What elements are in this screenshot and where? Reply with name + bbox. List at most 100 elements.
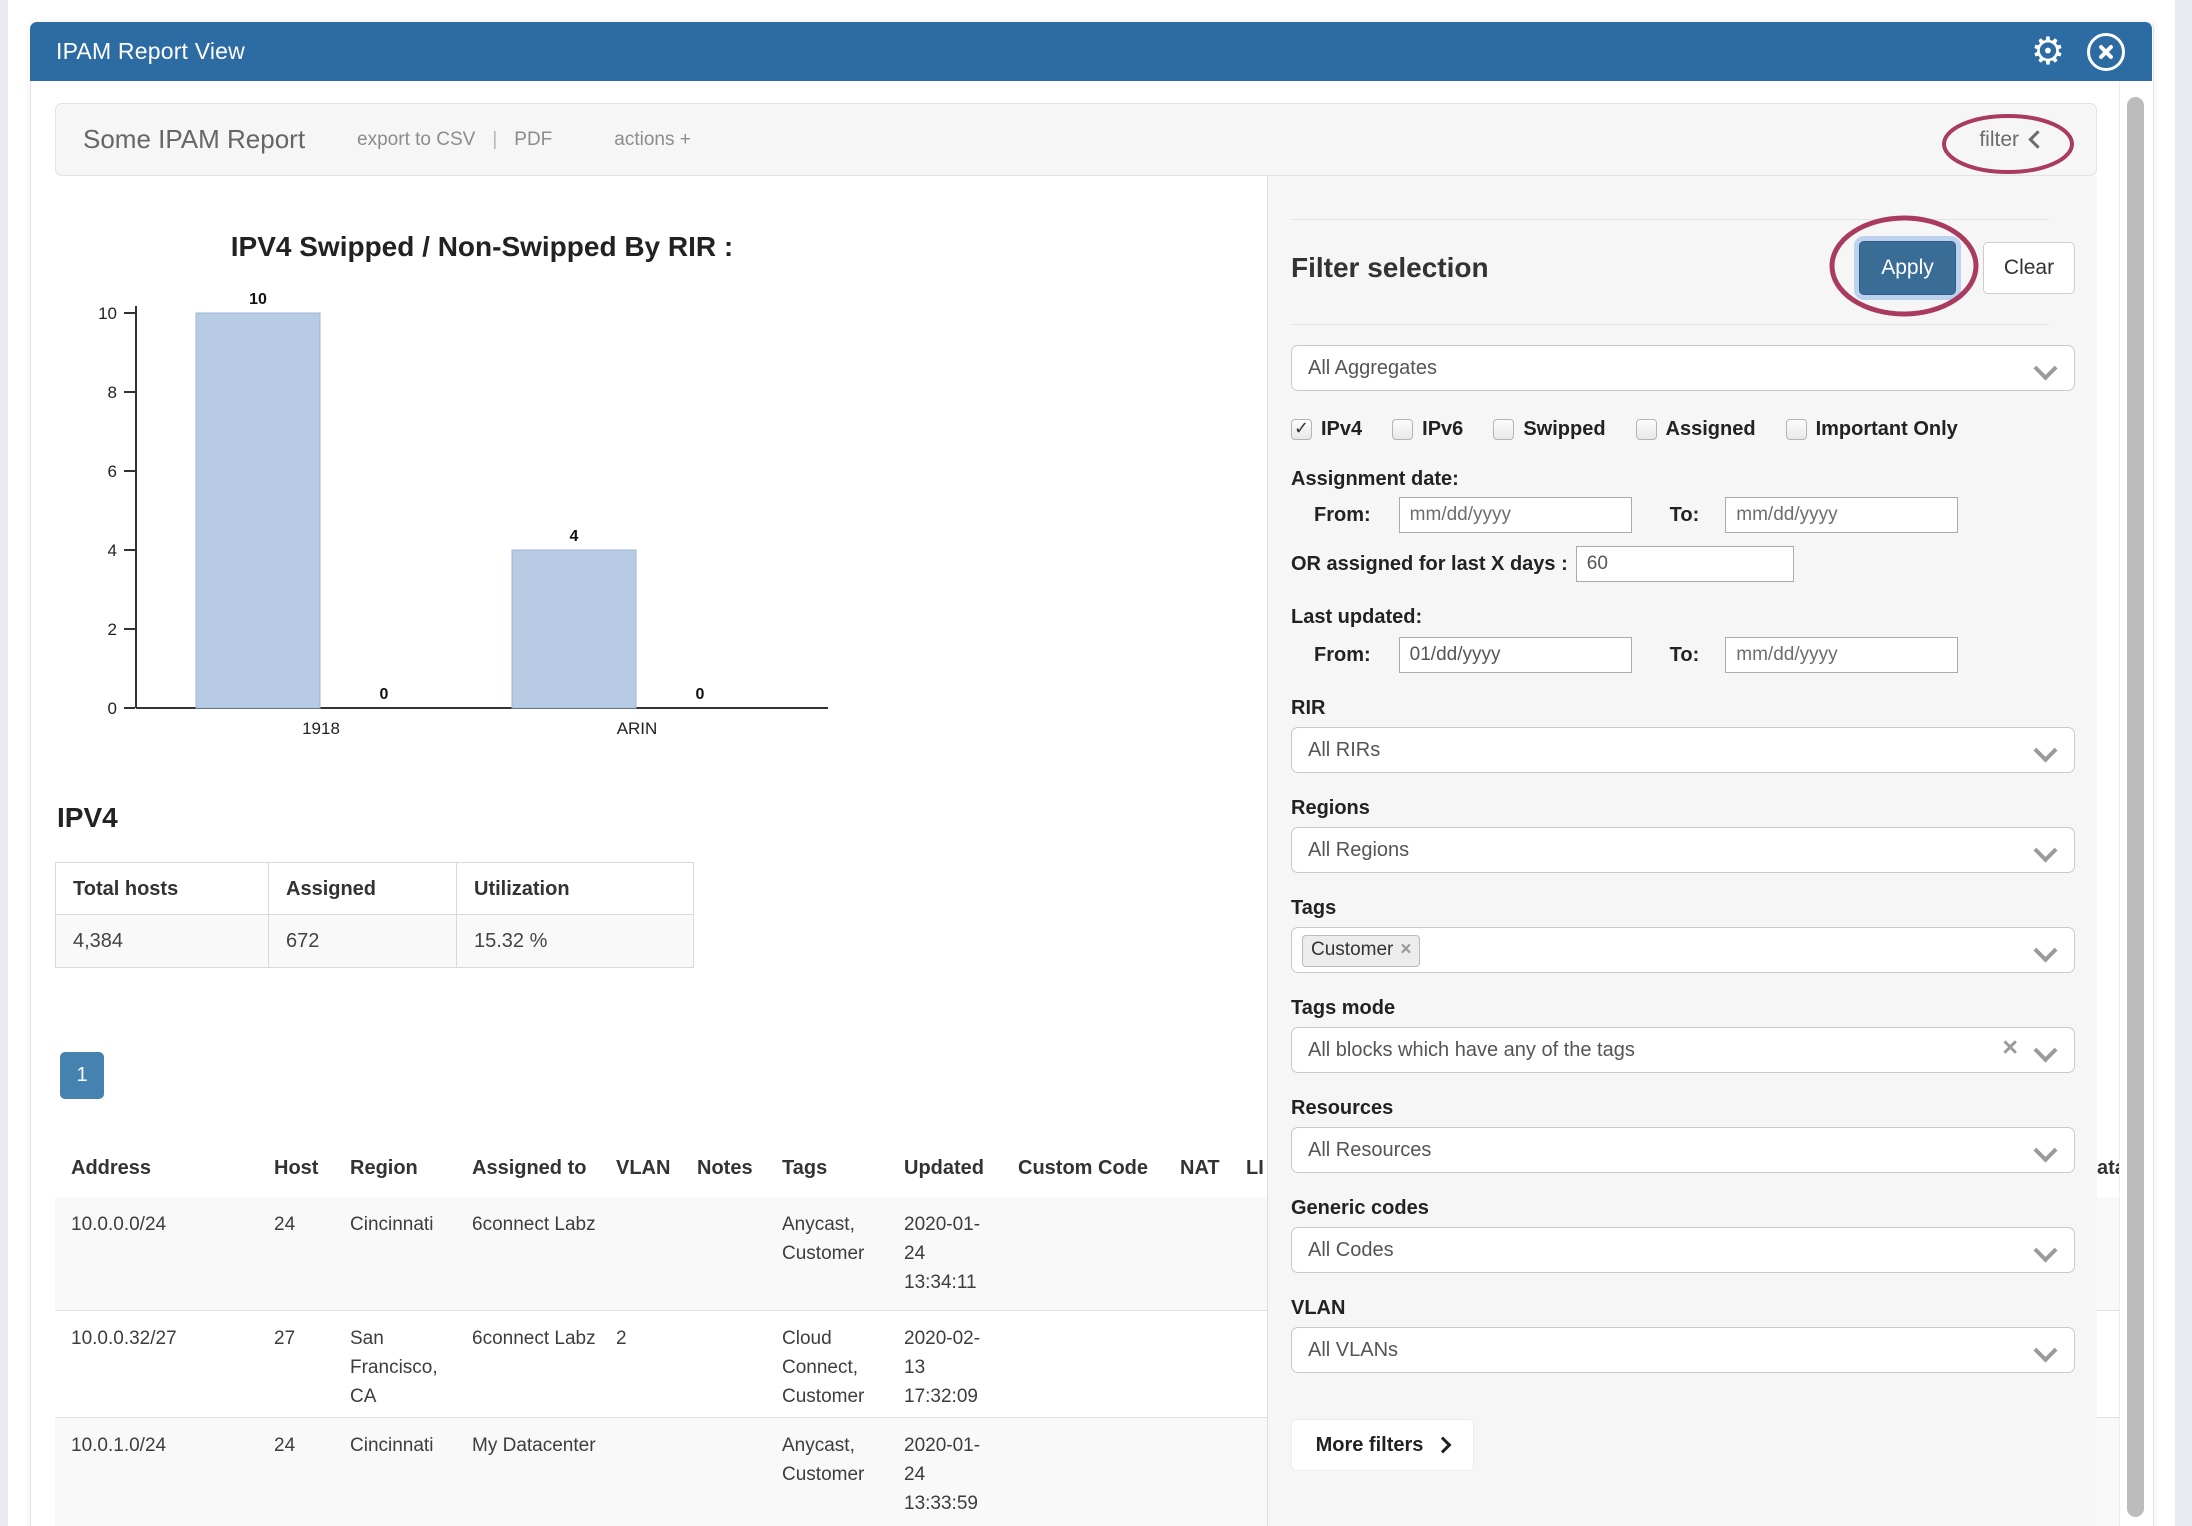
vlan-select[interactable]: All VLANs bbox=[1291, 1327, 2075, 1373]
tags-mode-select[interactable]: All blocks which have any of the tags bbox=[1291, 1027, 2075, 1073]
assignment-to-input[interactable] bbox=[1725, 497, 1958, 533]
tag-chip-customer[interactable]: Customer bbox=[1302, 935, 1420, 967]
column-header[interactable]: Region bbox=[350, 1140, 460, 1197]
rir-select-value: All RIRs bbox=[1308, 728, 1380, 772]
checkbox-unchecked-icon[interactable] bbox=[1392, 419, 1413, 440]
assigned-last-days-row: OR assigned for last X days : bbox=[1291, 546, 2075, 582]
rir-select[interactable]: All RIRs bbox=[1291, 727, 2075, 773]
updated-from-input[interactable] bbox=[1399, 637, 1632, 673]
assignment-date-row: From: To: bbox=[1291, 497, 2075, 533]
more-filters-label: More filters bbox=[1316, 1434, 1424, 1457]
table-cell: 27 bbox=[274, 1311, 334, 1353]
checkbox-unchecked-icon[interactable] bbox=[1493, 419, 1514, 440]
svg-text:10: 10 bbox=[249, 291, 267, 308]
generic-codes-label: Generic codes bbox=[1291, 1197, 2075, 1221]
column-header[interactable]: VLAN bbox=[616, 1140, 678, 1197]
checkbox-swipped[interactable]: Swipped bbox=[1493, 418, 1605, 441]
more-filters-button[interactable]: More filters bbox=[1291, 1419, 1474, 1471]
table-cell: San Francisco, CA bbox=[350, 1311, 460, 1411]
checkbox-ipv6[interactable]: IPv6 bbox=[1392, 418, 1463, 441]
screen: IPAM Report View Some IPAM Report export… bbox=[0, 0, 2192, 1526]
toolbar-separator: | bbox=[492, 129, 497, 151]
updated-to-input[interactable] bbox=[1725, 637, 1958, 673]
checkbox-assigned[interactable]: Assigned bbox=[1636, 418, 1756, 441]
svg-text:8: 8 bbox=[108, 383, 117, 402]
remove-tag-icon[interactable] bbox=[1400, 939, 1411, 960]
scrollbar-thumb[interactable] bbox=[2127, 97, 2144, 1517]
apply-button[interactable]: Apply bbox=[1859, 241, 1956, 295]
clear-button[interactable]: Clear bbox=[1983, 242, 2075, 294]
regions-select[interactable]: All Regions bbox=[1291, 827, 2075, 873]
table-cell: 2020-01-24 13:34:11 bbox=[904, 1197, 994, 1297]
regions-select-value: All Regions bbox=[1308, 828, 1409, 872]
chevron-down-icon bbox=[2033, 356, 2057, 380]
scrollbar-track[interactable] bbox=[2119, 81, 2151, 1526]
svg-text:ARIN: ARIN bbox=[617, 719, 658, 738]
checkbox-ipv4[interactable]: IPv4 bbox=[1291, 418, 1362, 441]
column-header[interactable]: Address bbox=[71, 1140, 261, 1197]
tags-label: Tags bbox=[1291, 897, 2075, 921]
vlan-label: VLAN bbox=[1291, 1297, 2075, 1321]
svg-text:1918: 1918 bbox=[302, 719, 340, 738]
svg-text:10: 10 bbox=[98, 304, 117, 323]
svg-text:2: 2 bbox=[108, 620, 117, 639]
column-header[interactable]: Assigned to bbox=[472, 1140, 602, 1197]
column-header[interactable]: Custom Code bbox=[1018, 1140, 1168, 1197]
chevron-right-icon bbox=[1435, 1437, 1452, 1454]
summary-header-total-hosts: Total hosts bbox=[56, 863, 268, 915]
column-header[interactable]: Host bbox=[274, 1140, 334, 1197]
summary-value: 15.32 % bbox=[456, 915, 693, 967]
table-cell: Anycast, Customer bbox=[782, 1418, 887, 1489]
actions-menu[interactable]: actions + bbox=[614, 129, 691, 151]
checkbox-unchecked-icon[interactable] bbox=[1786, 419, 1807, 440]
assigned-last-days-input[interactable] bbox=[1576, 546, 1794, 582]
assignment-from-input[interactable] bbox=[1399, 497, 1632, 533]
checkbox-unchecked-icon[interactable] bbox=[1636, 419, 1657, 440]
last-updated-label: Last updated: bbox=[1291, 606, 2075, 630]
chevron-down-icon bbox=[2033, 1138, 2057, 1162]
pagination-page-1[interactable]: 1 bbox=[60, 1052, 104, 1099]
chevron-down-icon bbox=[2033, 1038, 2057, 1062]
resources-select[interactable]: All Resources bbox=[1291, 1127, 2075, 1173]
checkbox-checked-icon[interactable] bbox=[1291, 419, 1312, 440]
table-cell: 24 bbox=[274, 1197, 334, 1239]
aggregates-select[interactable]: All Aggregates bbox=[1291, 345, 2075, 391]
export-pdf-link[interactable]: PDF bbox=[514, 129, 552, 151]
table-cell: 2 bbox=[616, 1311, 678, 1353]
chevron-down-icon bbox=[2033, 738, 2057, 762]
table-cell: Anycast, Customer bbox=[782, 1197, 887, 1268]
column-header[interactable]: ata bbox=[2097, 1140, 2119, 1197]
checkbox-label: Assigned bbox=[1666, 418, 1756, 441]
close-icon[interactable] bbox=[2087, 33, 2125, 71]
from-label: From: bbox=[1314, 504, 1371, 527]
clear-selection-icon[interactable] bbox=[2002, 1032, 2018, 1063]
table-cell: 24 bbox=[274, 1418, 334, 1460]
column-header[interactable]: Notes bbox=[697, 1140, 769, 1197]
svg-text:4: 4 bbox=[108, 541, 117, 560]
filter-panel: Filter selection Apply Clear All Aggrega… bbox=[1267, 176, 2097, 1526]
checkbox-label: Swipped bbox=[1523, 418, 1605, 441]
rir-label: RIR bbox=[1291, 697, 2075, 721]
column-header[interactable]: NAT bbox=[1180, 1140, 1232, 1197]
table-cell: My Datacenter bbox=[472, 1418, 602, 1460]
modal-title: IPAM Report View bbox=[56, 38, 245, 65]
column-header[interactable]: Updated bbox=[904, 1140, 994, 1197]
generic-codes-select[interactable]: All Codes bbox=[1291, 1227, 2075, 1273]
export-csv-link[interactable]: export to CSV bbox=[357, 129, 475, 151]
filter-fields: RIRAll RIRsRegionsAll RegionsTagsCustome… bbox=[1291, 697, 2075, 1373]
tags-mode-label: Tags mode bbox=[1291, 997, 2075, 1021]
tags-select[interactable]: Customer bbox=[1291, 927, 2075, 973]
from-label: From: bbox=[1314, 644, 1371, 667]
table-cell: Cincinnati bbox=[350, 1197, 460, 1239]
column-header[interactable]: Tags bbox=[782, 1140, 887, 1197]
divider bbox=[1291, 324, 2049, 325]
table-cell: 10.0.1.0/24 bbox=[71, 1418, 261, 1460]
checkbox-important-only[interactable]: Important Only bbox=[1786, 418, 1958, 441]
divider bbox=[1291, 219, 2049, 220]
svg-text:0: 0 bbox=[108, 699, 117, 718]
protocol-checkbox-row: IPv4 IPv6 Swipped Assigned Important Only bbox=[1291, 416, 2075, 442]
gear-icon[interactable] bbox=[2031, 33, 2065, 71]
summary-header-assigned: Assigned bbox=[268, 863, 456, 915]
vlan-select-value: All VLANs bbox=[1308, 1328, 1398, 1372]
filter-toggle[interactable]: filter bbox=[1979, 128, 2044, 152]
